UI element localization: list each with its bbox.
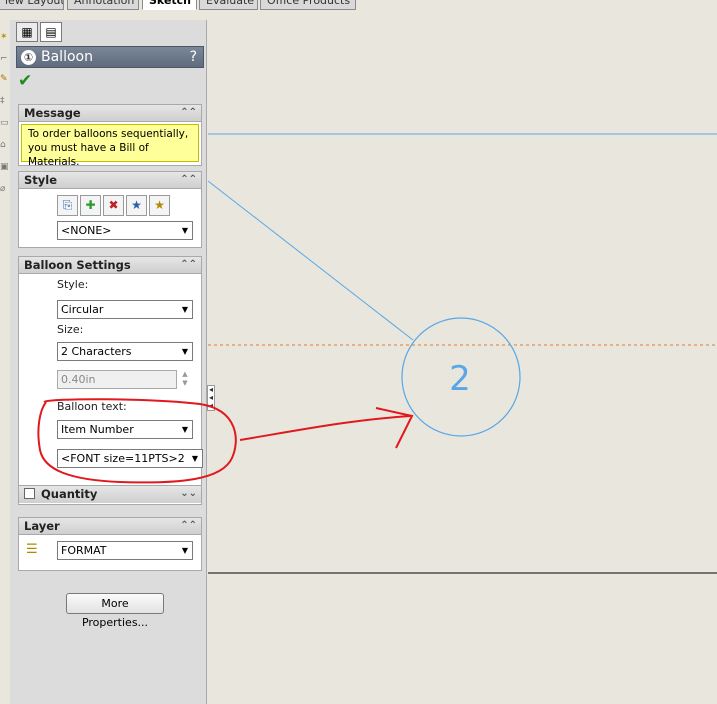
red-arrow-line xyxy=(239,415,411,441)
red-arrowhead xyxy=(375,407,414,449)
red-circle-annotation xyxy=(37,398,237,484)
red-annotation-overlay xyxy=(37,398,414,484)
